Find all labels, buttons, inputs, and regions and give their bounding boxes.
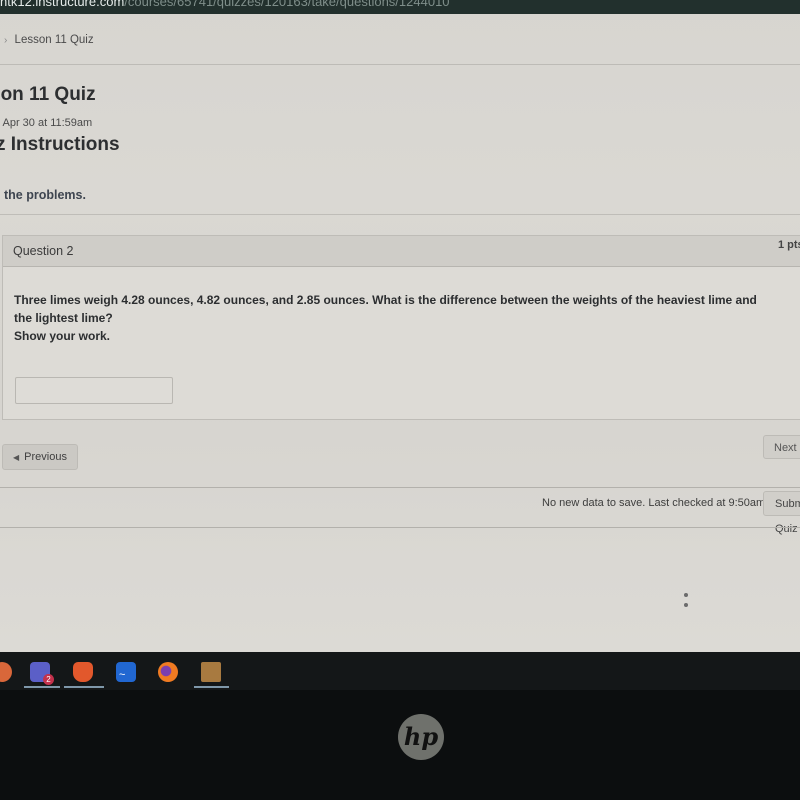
question-subtext: Show your work. — [14, 329, 111, 343]
breadcrumb-bar: › Lesson 11 Quiz — [0, 14, 800, 65]
question-card: Question 2 1 pts Three limes weigh 4.28 … — [2, 235, 800, 420]
screen: ntk12.instructure.com/courses/65741/quiz… — [0, 0, 800, 652]
submit-label: Submit Quiz — [775, 498, 800, 535]
chevron-right-icon: › — [4, 35, 8, 46]
quiz-title: son 11 Quiz — [0, 84, 96, 105]
divider — [0, 214, 800, 215]
next-button[interactable]: Next — [763, 435, 800, 459]
divider — [0, 487, 800, 488]
loading-cursor-icon — [684, 593, 688, 613]
hp-logo: hp — [398, 714, 444, 760]
question-header: Question 2 1 pts — [3, 236, 800, 267]
previous-label: Previous — [24, 451, 67, 463]
next-label: Next — [774, 442, 797, 454]
app-icon[interactable] — [0, 662, 12, 682]
instructions-text: the problems. — [4, 188, 86, 202]
due-date: : Apr 30 at 11:59am — [0, 117, 93, 129]
instructions-title: z Instructions — [0, 134, 120, 155]
teams-icon[interactable]: 2 — [30, 662, 54, 685]
active-indicator — [194, 686, 229, 688]
url-host: ntk12.instructure.com — [0, 0, 125, 9]
address-bar[interactable]: ntk12.instructure.com/courses/65741/quiz… — [0, 0, 800, 14]
active-indicator — [64, 686, 104, 688]
whiteboard-icon[interactable]: ~ — [116, 662, 136, 682]
caret-left-icon: ◀ — [13, 453, 20, 462]
divider — [0, 527, 800, 528]
notification-badge: 2 — [43, 674, 54, 685]
brave-browser-icon[interactable] — [73, 662, 93, 682]
submit-quiz-button[interactable]: Submit Quiz — [763, 491, 800, 535]
url-path: /courses/65741/quizzes/120163/take/quest… — [124, 0, 450, 9]
firefox-icon[interactable] — [158, 662, 178, 682]
minecraft-icon[interactable] — [201, 662, 221, 682]
question-text: Three limes weigh 4.28 ounces, 4.82 ounc… — [14, 291, 774, 345]
question-points: 1 pts — [778, 239, 800, 251]
question-title: Question 2 — [13, 244, 74, 258]
breadcrumb: › Lesson 11 Quiz — [4, 34, 94, 46]
answer-input[interactable] — [15, 377, 173, 404]
question-prompt: Three limes weigh 4.28 ounces, 4.82 ounc… — [14, 293, 757, 325]
previous-button[interactable]: ◀ Previous — [2, 444, 78, 470]
taskbar: 2 ~ — [0, 652, 800, 690]
active-indicator — [24, 686, 60, 688]
save-status: No new data to save. Last checked at 9:5… — [542, 497, 766, 509]
breadcrumb-item-lesson-quiz[interactable]: Lesson 11 Quiz — [15, 34, 94, 46]
